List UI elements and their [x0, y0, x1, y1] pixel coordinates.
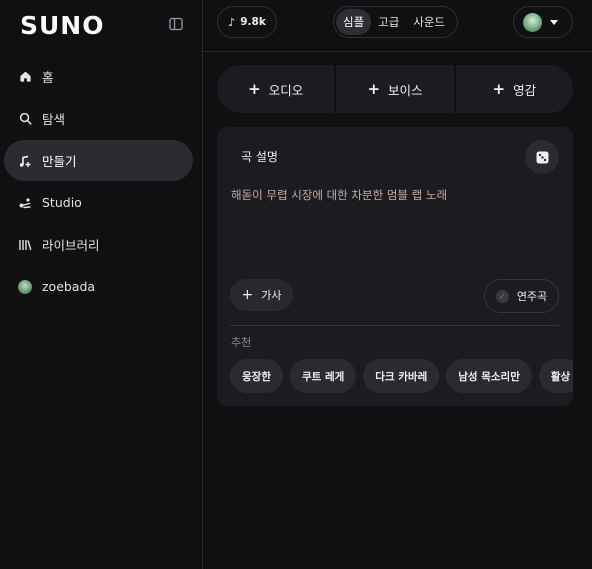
mode-selector: 심플 고급 사운드	[333, 6, 458, 38]
recommend-label: 추천	[231, 336, 252, 349]
card-title: 곡 설명	[241, 150, 278, 164]
style-chip[interactable]: 활상	[538, 359, 573, 393]
sidebar-item-label: 홈	[42, 70, 54, 85]
plus-icon: +	[241, 287, 254, 303]
add-voice-button[interactable]: + 보이스	[336, 65, 456, 113]
sidebar-item-profile[interactable]: zoebada	[4, 266, 193, 307]
divider	[230, 325, 559, 326]
add-audio-label: 오디오	[268, 82, 304, 98]
studio-icon	[18, 196, 32, 210]
sidebar-item-label: Studio	[42, 195, 82, 210]
add-inspiration-button[interactable]: + 영감	[456, 65, 573, 113]
avatar	[523, 12, 542, 32]
suno-logo[interactable]: SUNO	[20, 11, 104, 40]
library-icon	[18, 238, 32, 252]
plus-icon: +	[367, 80, 381, 98]
lyrics-label: 가사	[261, 289, 282, 302]
sidebar-item-label: 탐색	[42, 112, 66, 127]
song-description-card: 곡 설명 해돋이 무렵 시장에 대한 차분한 멈블 랩 노래 + 가사 ✓ 연주…	[217, 127, 573, 406]
mode-simple-tab[interactable]: 심플	[336, 9, 372, 35]
style-chip[interactable]: 다크 카바레	[363, 359, 440, 393]
random-prompt-button[interactable]	[525, 140, 559, 174]
home-icon	[18, 70, 32, 84]
sidebar-collapse-icon[interactable]	[168, 16, 184, 32]
sidebar-item-library[interactable]: 라이브러리	[4, 224, 193, 265]
sidebar-item-label: zoebada	[42, 279, 96, 294]
plus-icon: +	[248, 80, 261, 98]
plus-icon: +	[492, 80, 506, 98]
style-chip[interactable]: 남성 목소리만	[446, 359, 532, 393]
account-menu-button[interactable]	[513, 6, 573, 38]
instrumental-toggle[interactable]: ✓ 연주곡	[484, 279, 559, 313]
search-icon	[18, 112, 32, 126]
avatar	[18, 279, 32, 294]
topbar: ♪ 9.8k 심플 고급 사운드	[204, 0, 592, 52]
style-chip[interactable]: 쿠트 레게	[289, 359, 357, 393]
music-note-plus-icon	[18, 154, 32, 168]
instrumental-label: 연주곡	[516, 290, 548, 303]
add-audio-button[interactable]: + 오디오	[217, 65, 337, 113]
mode-sound-tab[interactable]: 사운드	[406, 9, 452, 35]
add-voice-label: 보이스	[388, 82, 423, 98]
music-note-icon: ♪	[228, 15, 236, 29]
sidebar-nav: 홈 탐색 만들기 Studio 라이브러리 zoebada	[4, 56, 193, 308]
credits-button[interactable]: ♪ 9.8k	[217, 6, 277, 38]
mode-advanced-tab[interactable]: 고급	[371, 9, 406, 35]
add-source-bar: + 오디오 + 보이스 + 영감	[217, 65, 573, 113]
sidebar-item-explore[interactable]: 탐색	[4, 98, 193, 139]
style-chip[interactable]: 웅장한	[230, 359, 283, 393]
credits-count: 9.8k	[240, 16, 266, 28]
sidebar-item-studio[interactable]: Studio	[4, 182, 193, 223]
check-icon: ✓	[495, 289, 509, 303]
sidebar-item-create[interactable]: 만들기	[4, 140, 193, 181]
add-lyrics-button[interactable]: + 가사	[230, 279, 293, 311]
sidebar: SUNO 홈 탐색 만들기 Studio 라이브러리 zoebada	[0, 0, 203, 569]
add-inspiration-label: 영감	[513, 82, 537, 98]
sidebar-item-label: 라이브러리	[42, 238, 100, 253]
style-chips-row: 웅장한 쿠트 레게 다크 카바레 남성 목소리만 활상	[217, 359, 573, 393]
dice-icon	[536, 151, 548, 163]
sidebar-item-home[interactable]: 홈	[4, 56, 193, 97]
sidebar-item-label: 만들기	[42, 154, 77, 169]
chevron-down-icon	[550, 19, 558, 25]
song-description-input[interactable]: 해돋이 무렵 시장에 대한 차분한 멈블 랩 노래	[231, 187, 551, 267]
